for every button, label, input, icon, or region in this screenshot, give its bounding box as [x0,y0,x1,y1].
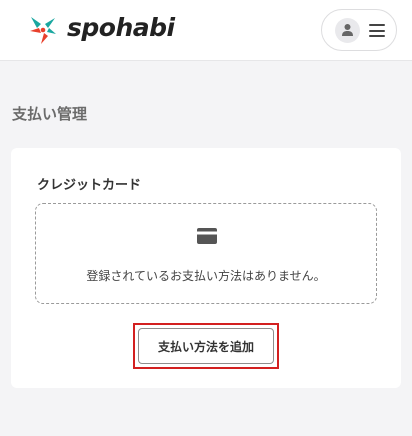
logo-wordmark[interactable]: spohabi [67,13,175,42]
empty-state-message: 登録されているお支払い方法はありません。 [86,269,326,283]
pinwheel-logo-icon[interactable] [27,14,59,46]
page-title: 支払い管理 [12,105,88,123]
section-title: クレジットカード [37,178,142,193]
credit-card-icon [197,228,217,244]
empty-state-box: 登録されているお支払い方法はありません。 [35,203,377,304]
user-menu-button[interactable] [321,9,397,51]
hamburger-icon [369,24,385,37]
add-payment-method-button[interactable]: 支払い方法を追加 [138,328,274,364]
user-icon [342,24,353,36]
app-header: spohabi [0,0,412,61]
credit-card-section: クレジットカード 登録されているお支払い方法はありません。 支払い方法を追加 [11,148,401,388]
avatar [335,18,360,43]
